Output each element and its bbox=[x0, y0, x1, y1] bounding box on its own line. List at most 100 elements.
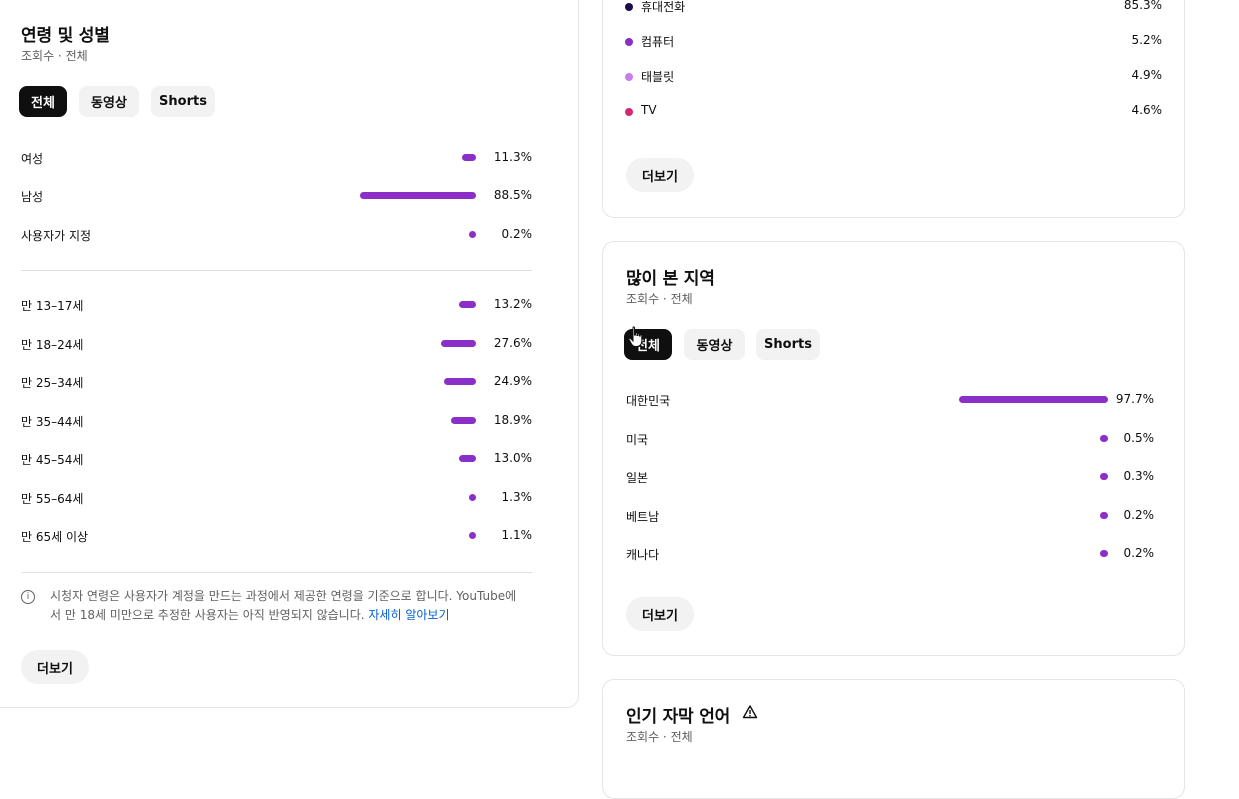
row-bar bbox=[959, 396, 1108, 403]
row-label: 만 45–54세 bbox=[21, 453, 84, 467]
age-note: 시청자 연령은 사용자가 계정을 만드는 과정에서 제공한 연령을 기준으로 합… bbox=[50, 587, 530, 625]
row-value: 5.2% bbox=[1131, 33, 1163, 47]
row-value: 0.2% bbox=[1123, 508, 1155, 522]
row-label: 태블릿 bbox=[641, 70, 675, 84]
row-label: 만 13–17세 bbox=[21, 299, 84, 313]
row-label: 베트남 bbox=[626, 510, 660, 524]
regions-subtitle: 조회수 · 전체 bbox=[626, 292, 693, 306]
row-value: 1.1% bbox=[501, 528, 533, 542]
region-row: 대한민국 97.7% bbox=[626, 389, 1154, 411]
warning-icon-svg bbox=[742, 705, 758, 719]
row-bar bbox=[1100, 550, 1108, 557]
subtitle-languages-card: 인기 자막 언어 조회수 · 전체 bbox=[602, 679, 1185, 799]
region-row: 베트남 0.2% bbox=[626, 505, 1154, 527]
row-bar bbox=[469, 494, 476, 501]
section-divider bbox=[21, 572, 532, 573]
gender-row: 사용자가 지정 0.2% bbox=[21, 224, 532, 246]
age-row: 만 45–54세 13.0% bbox=[21, 448, 532, 470]
legend-dot bbox=[625, 3, 633, 11]
row-value: 97.7% bbox=[1115, 392, 1154, 406]
row-bar bbox=[441, 340, 476, 347]
more-button[interactable]: 더보기 bbox=[21, 650, 89, 684]
age-row: 만 55–64세 1.3% bbox=[21, 487, 532, 509]
row-label: 휴대전화 bbox=[641, 0, 686, 14]
row-bar bbox=[1100, 512, 1108, 519]
age-gender-card: 연령 및 성별 조회수 · 전체 전체 동영상 Shorts 여성 11.3% … bbox=[0, 0, 579, 708]
age-row: 만 13–17세 13.2% bbox=[21, 294, 532, 316]
age-gender-title: 연령 및 성별 bbox=[21, 26, 110, 46]
age-row: 만 18–24세 27.6% bbox=[21, 333, 532, 355]
age-row: 만 65세 이상 1.1% bbox=[21, 525, 532, 547]
row-label: 만 25–34세 bbox=[21, 376, 84, 390]
row-value: 85.3% bbox=[1123, 0, 1162, 12]
warning-icon[interactable] bbox=[742, 704, 758, 720]
row-label: 남성 bbox=[21, 190, 44, 204]
row-value: 13.0% bbox=[493, 451, 532, 465]
age-row: 만 35–44세 18.9% bbox=[21, 410, 532, 432]
row-label: 여성 bbox=[21, 152, 44, 166]
learn-more-link[interactable]: 자세히 알아보기 bbox=[368, 608, 449, 622]
age-row: 만 25–34세 24.9% bbox=[21, 371, 532, 393]
row-bar bbox=[444, 378, 476, 385]
region-row: 캐나다 0.2% bbox=[626, 543, 1154, 565]
subtitles-title: 인기 자막 언어 bbox=[626, 707, 731, 727]
row-bar bbox=[459, 301, 476, 308]
row-value: 0.3% bbox=[1123, 469, 1155, 483]
age-note-line2: 서 만 18세 미만으로 추정한 사용자는 아직 반영되지 않습니다. bbox=[50, 608, 365, 622]
info-icon[interactable]: i bbox=[21, 590, 35, 604]
chip-all[interactable]: 전체 bbox=[19, 86, 67, 117]
row-bar bbox=[451, 417, 476, 424]
age-gender-subtitle: 조회수 · 전체 bbox=[21, 49, 88, 63]
row-bar bbox=[469, 532, 476, 539]
row-value: 4.9% bbox=[1131, 68, 1163, 82]
row-label: 일본 bbox=[626, 471, 649, 485]
row-value: 0.2% bbox=[501, 227, 533, 241]
region-row: 미국 0.5% bbox=[626, 428, 1154, 450]
device-row: 컴퓨터 5.2% bbox=[625, 31, 1162, 53]
row-label: 캐나다 bbox=[626, 548, 660, 562]
device-row: TV 4.6% bbox=[625, 101, 1162, 123]
row-value: 0.5% bbox=[1123, 431, 1155, 445]
chip-videos[interactable]: 동영상 bbox=[684, 329, 745, 360]
row-bar bbox=[459, 455, 476, 462]
row-value: 13.2% bbox=[493, 297, 532, 311]
row-label: 만 65세 이상 bbox=[21, 530, 89, 544]
row-label: 사용자가 지정 bbox=[21, 229, 92, 243]
row-value: 11.3% bbox=[493, 150, 532, 164]
row-bar bbox=[360, 192, 476, 199]
device-type-card: 휴대전화 85.3% 컴퓨터 5.2% 태블릿 4.9% TV 4.6% 더보기 bbox=[602, 0, 1185, 218]
row-value: 27.6% bbox=[493, 336, 532, 350]
row-bar bbox=[1100, 435, 1108, 442]
row-value: 4.6% bbox=[1131, 103, 1163, 117]
row-value: 18.9% bbox=[493, 413, 532, 427]
legend-dot bbox=[625, 108, 633, 116]
device-row: 휴대전화 85.3% bbox=[625, 0, 1162, 18]
row-value: 24.9% bbox=[493, 374, 532, 388]
subtitles-subtitle: 조회수 · 전체 bbox=[626, 730, 693, 744]
more-button[interactable]: 더보기 bbox=[626, 158, 694, 192]
row-value: 1.3% bbox=[501, 490, 533, 504]
device-row: 태블릿 4.9% bbox=[625, 66, 1162, 88]
regions-title: 많이 본 지역 bbox=[626, 269, 715, 289]
row-label: 만 18–24세 bbox=[21, 338, 84, 352]
gender-row: 남성 88.5% bbox=[21, 185, 532, 207]
row-label: 미국 bbox=[626, 433, 649, 447]
more-button[interactable]: 더보기 bbox=[626, 597, 694, 631]
top-regions-card: 많이 본 지역 조회수 · 전체 전체 동영상 Shorts 대한민국 97.7… bbox=[602, 241, 1185, 656]
gender-row: 여성 11.3% bbox=[21, 147, 532, 169]
chip-all[interactable]: 전체 bbox=[624, 329, 672, 360]
chip-videos[interactable]: 동영상 bbox=[79, 86, 139, 117]
row-bar bbox=[1100, 473, 1108, 480]
row-label: 대한민국 bbox=[626, 394, 671, 408]
row-label: 만 55–64세 bbox=[21, 492, 84, 506]
row-label: 컴퓨터 bbox=[641, 35, 675, 49]
row-value: 88.5% bbox=[493, 188, 532, 202]
region-row: 일본 0.3% bbox=[626, 466, 1154, 488]
row-value: 0.2% bbox=[1123, 546, 1155, 560]
chip-shorts[interactable]: Shorts bbox=[151, 86, 215, 117]
age-note-line1: 시청자 연령은 사용자가 계정을 만드는 과정에서 제공한 연령을 기준으로 합… bbox=[50, 589, 517, 603]
row-bar bbox=[462, 154, 476, 161]
chip-shorts[interactable]: Shorts bbox=[756, 329, 820, 360]
row-bar bbox=[469, 231, 476, 238]
legend-dot bbox=[625, 38, 633, 46]
